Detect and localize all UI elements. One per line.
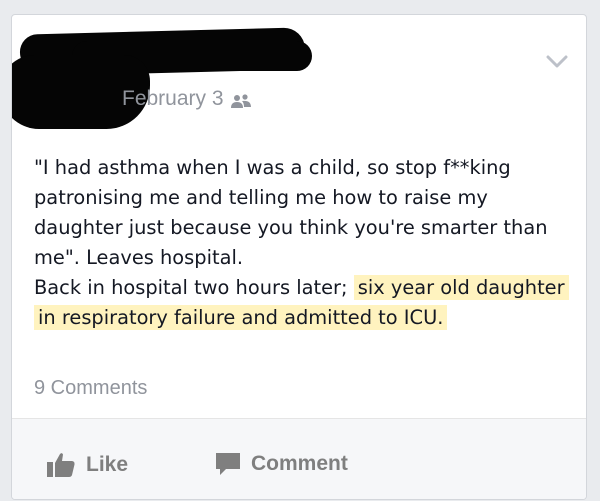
comments-count-link[interactable]: 9 Comments	[34, 377, 147, 400]
post-meta: February 3	[122, 87, 252, 111]
chevron-down-icon[interactable]	[546, 55, 568, 69]
post-card: February 3 "I had asthma when I was a ch…	[11, 14, 587, 500]
post-text-plain: Back in hospital two hours later;	[34, 276, 354, 299]
post-body: "I had asthma when I was a child, so sto…	[34, 153, 574, 333]
comment-button[interactable]: Comment	[215, 452, 348, 476]
thumbs-up-icon	[46, 452, 76, 478]
friends-icon	[230, 91, 252, 108]
like-label: Like	[86, 453, 129, 476]
post-text-paragraph-1: "I had asthma when I was a child, so sto…	[34, 156, 548, 269]
like-button[interactable]: Like	[46, 452, 128, 478]
comment-label: Comment	[251, 452, 348, 475]
action-bar: Like Comment	[12, 419, 586, 499]
speech-bubble-icon	[215, 452, 241, 476]
post-text-paragraph-2: Back in hospital two hours later; six ye…	[34, 273, 574, 333]
post-date[interactable]: February 3	[122, 87, 224, 111]
